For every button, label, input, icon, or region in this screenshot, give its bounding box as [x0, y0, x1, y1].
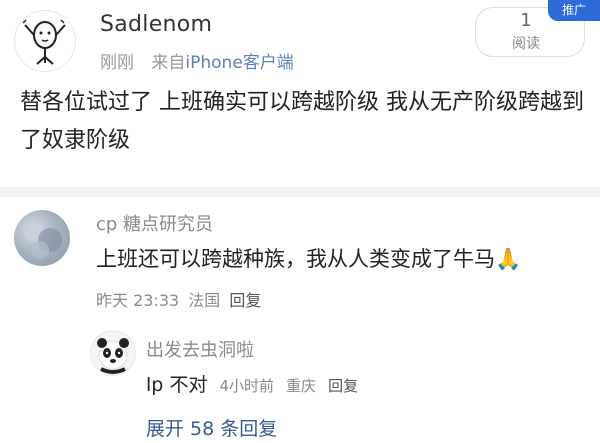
blurred-photo-avatar	[24, 222, 62, 259]
author-avatar[interactable]	[14, 10, 76, 72]
post-source-device[interactable]: iPhone	[185, 53, 242, 73]
doodle-figure-icon	[22, 19, 66, 65]
comment-time: 昨天 23:33	[96, 291, 180, 310]
reply-time: 4小时前	[219, 377, 274, 395]
post-source-suffix[interactable]: 客户端	[243, 53, 294, 73]
reply-reply-button[interactable]: 回复	[328, 377, 358, 395]
comment-reply-button[interactable]: 回复	[229, 291, 261, 310]
reply-location: 重庆	[286, 377, 317, 395]
comment-meta: 昨天 23:33 法国 回复	[96, 287, 261, 311]
read-label: 阅读	[512, 36, 540, 52]
expand-replies-button[interactable]: 展开 58 条回复	[146, 414, 277, 441]
comment-author[interactable]: cp 糖点研究员	[96, 210, 213, 236]
post-body: 替各位试过了 上班确实可以跨越阶级 我从无产阶级跨越到了奴隶阶级	[20, 90, 584, 153]
post-meta: 刚刚 来自iPhone客户端	[100, 48, 294, 73]
reply-text: lp 不对	[146, 374, 208, 396]
reply-author[interactable]: 出发去虫洞啦	[146, 336, 254, 362]
comment-avatar[interactable]	[14, 210, 70, 266]
author-name[interactable]: Sadlenom	[100, 12, 212, 37]
comment-location: 法国	[188, 291, 221, 310]
reply-avatar[interactable]	[90, 330, 136, 376]
promo-badge: 推广	[548, 0, 600, 21]
comment-text: 上班还可以跨越种族，我从人类变成了牛马🙏	[96, 247, 522, 271]
reply-line: lp 不对 4小时前 重庆 回复	[146, 370, 358, 397]
post-time: 刚刚	[100, 53, 134, 73]
panda-avatar	[97, 338, 129, 374]
post-source-prefix: 来自	[151, 53, 186, 73]
section-divider	[0, 187, 600, 197]
